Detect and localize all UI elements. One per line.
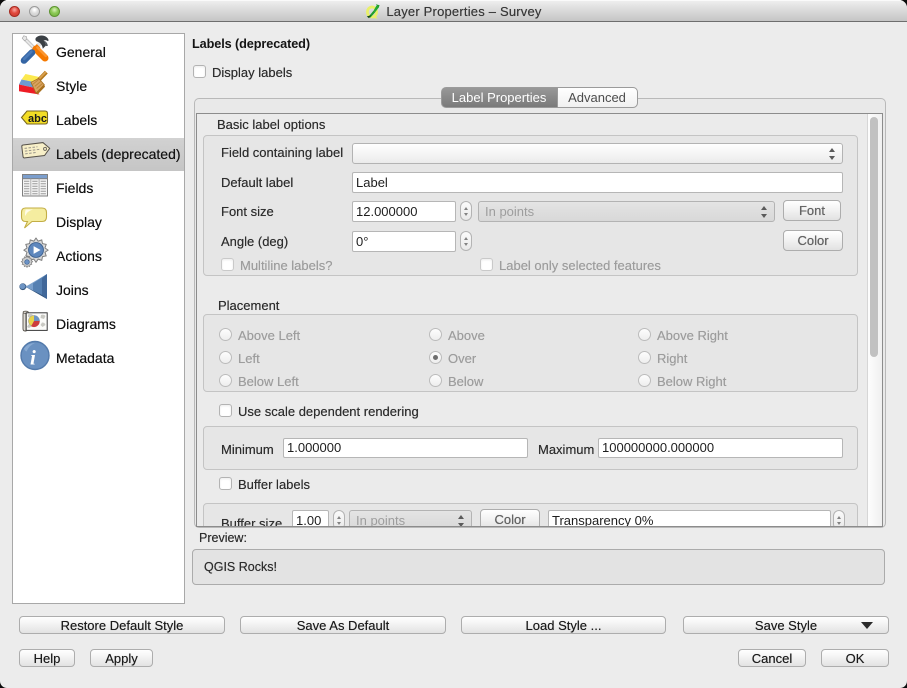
svg-text:abc: abc: [28, 113, 47, 125]
svg-text:i: i: [30, 346, 36, 370]
